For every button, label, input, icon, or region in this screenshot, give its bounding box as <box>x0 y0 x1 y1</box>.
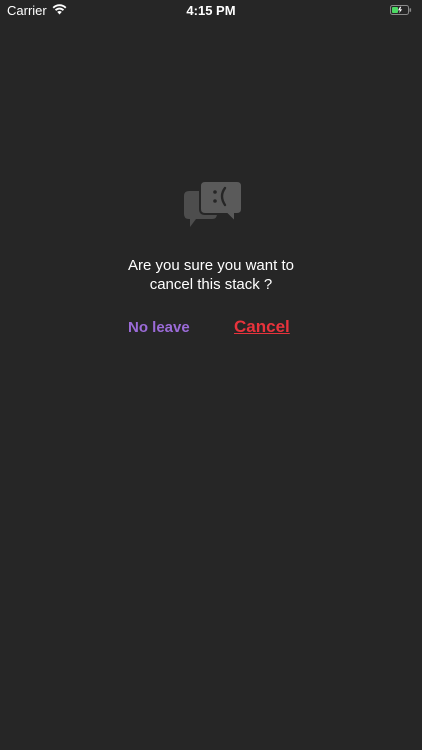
confirm-message-line1: Are you sure you want to <box>128 257 294 274</box>
no-leave-button[interactable]: No leave <box>128 319 190 336</box>
battery-icon <box>390 5 412 15</box>
status-bar: Carrier 4:15 PM <box>0 0 422 22</box>
confirm-message-line2: cancel this stack ? <box>149 276 273 293</box>
cancel-button[interactable]: Cancel <box>234 317 290 337</box>
confirm-message: Are you sure you want to cancel this sta… <box>0 256 422 294</box>
status-time: 4:15 PM <box>186 3 236 18</box>
sad-chat-bubbles-icon <box>184 180 243 227</box>
